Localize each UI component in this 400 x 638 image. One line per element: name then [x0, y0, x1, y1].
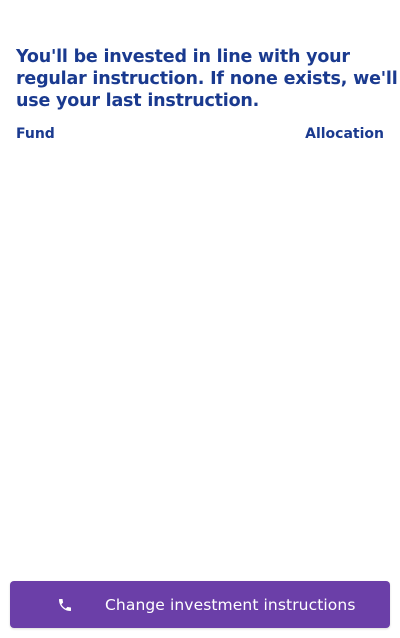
change-investment-instructions-button[interactable]: Change investment instructions	[10, 581, 390, 628]
phone-icon	[55, 595, 75, 615]
change-investment-instructions-label: Change investment instructions	[105, 595, 356, 614]
fund-table-body	[16, 150, 384, 550]
investment-instruction-text: You'll be invested in line with your reg…	[16, 47, 398, 111]
allocation-column-header: Allocation	[305, 126, 384, 142]
fund-table-header: Fund Allocation	[16, 124, 384, 144]
fund-column-header: Fund	[16, 126, 55, 142]
